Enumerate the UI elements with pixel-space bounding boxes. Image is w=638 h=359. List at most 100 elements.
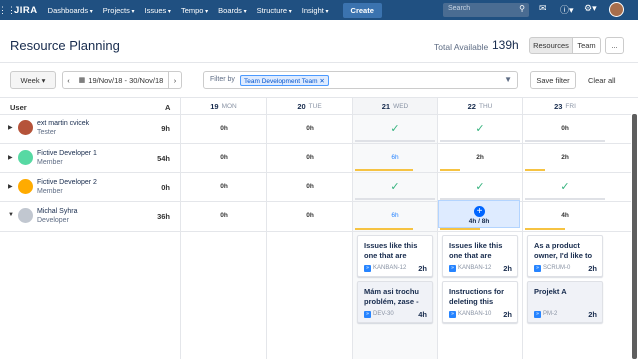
settings-icon[interactable]: ⚙▾ (584, 3, 597, 14)
date-range-picker[interactable]: ▦ 19/Nov/18 - 30/Nov/18 (74, 71, 168, 89)
more-options-button[interactable]: ... (605, 37, 624, 54)
nav-dashboards[interactable]: Dashboards (48, 6, 93, 15)
user-hours: 9h (161, 124, 170, 133)
clear-all-link[interactable]: Clear all (588, 76, 616, 85)
create-button[interactable]: Create (342, 2, 382, 18)
checkmark-icon: ✓ (560, 180, 570, 193)
day-cell[interactable]: 0h (184, 203, 264, 227)
row-divider (0, 172, 631, 173)
day-cell[interactable]: 0h (270, 116, 350, 140)
day-cell[interactable]: 0h (184, 174, 264, 198)
availability-column-header[interactable]: A (165, 103, 170, 112)
selected-day-cell[interactable]: + 4h / 8h (438, 200, 520, 228)
user-column-header[interactable]: User (10, 103, 27, 112)
day-cell[interactable]: 0h (525, 116, 605, 140)
nav-boards[interactable]: Boards (218, 6, 246, 15)
issue-card[interactable]: Instructions for deleting this » KANBAN-… (442, 281, 518, 323)
expand-row-icon[interactable]: ▶ (8, 183, 13, 190)
user-name[interactable]: Michal Syhra (37, 208, 77, 215)
nav-projects[interactable]: Projects (103, 6, 135, 15)
day-cell[interactable]: 6h (355, 203, 435, 227)
capacity-bar (355, 140, 435, 142)
save-filter-button[interactable]: Save filter (530, 71, 576, 89)
issue-card[interactable]: Projekt A » PM-2 2h (527, 281, 603, 323)
help-icon[interactable]: ⓘ▾ (560, 3, 574, 16)
filter-input[interactable]: Filter by Team Development Team ✕ ▼ (203, 71, 518, 89)
issue-card[interactable]: As a product owner, I'd like to » SCRUM-… (527, 235, 603, 277)
day-number: 21 (381, 101, 391, 111)
nav-tempo[interactable]: Tempo (181, 6, 208, 15)
day-name: MON (221, 102, 237, 110)
day-cell[interactable]: 4h (525, 203, 605, 227)
day-cell[interactable]: ✓ (440, 116, 520, 140)
issue-key[interactable]: KANBAN-12 (458, 265, 491, 271)
user-name[interactable]: Fictive Developer 1 (37, 150, 97, 157)
resources-view-button[interactable]: Resources (529, 37, 573, 54)
collapse-row-icon[interactable]: ▼ (8, 212, 14, 218)
expand-row-icon[interactable]: ▶ (8, 124, 13, 131)
issue-key[interactable]: KANBAN-12 (373, 265, 406, 271)
checkmark-icon: ✓ (475, 122, 485, 135)
issue-key[interactable]: KANBAN-10 (458, 311, 491, 317)
issue-card[interactable]: Issues like this one that are » KANBAN-1… (357, 235, 433, 277)
day-cell[interactable]: 2h (525, 145, 605, 169)
app-switcher-icon[interactable]: ⋮⋮ (0, 0, 16, 20)
add-worklog-icon[interactable]: + (474, 206, 485, 217)
notifications-icon[interactable]: ✉ (539, 3, 547, 14)
search-icon: ⚲ (519, 4, 525, 13)
day-cell[interactable]: ✓ (355, 174, 435, 198)
user-avatar[interactable] (609, 2, 624, 17)
date-range-label: 19/Nov/18 - 30/Nov/18 (88, 75, 164, 85)
column-divider (180, 98, 181, 359)
page-title: Resource Planning (10, 38, 120, 53)
team-view-button[interactable]: Team (572, 37, 601, 54)
issue-key[interactable]: PM-2 (543, 311, 557, 317)
issue-type-icon: » (449, 311, 456, 318)
day-cell[interactable]: 0h (270, 174, 350, 198)
search-input[interactable]: Search ⚲ (443, 3, 529, 17)
total-available-label: Total Available (434, 42, 489, 52)
day-cell[interactable]: 0h (270, 145, 350, 169)
issue-card[interactable]: Mám asi trochu problém, zase - » DEV-30 … (357, 281, 433, 323)
checkmark-icon: ✓ (390, 122, 400, 135)
day-cell[interactable]: 0h (184, 116, 264, 140)
issue-title: Instructions for deleting this (449, 287, 505, 306)
day-name: FRI (565, 102, 576, 110)
next-week-button[interactable]: › (168, 71, 182, 89)
column-divider (266, 98, 267, 359)
issue-title: Issues like this one that are (364, 241, 418, 260)
user-role: Member (37, 159, 63, 166)
user-name[interactable]: ext martin cvicek (37, 120, 89, 127)
jira-logo[interactable]: JIRA (14, 5, 38, 16)
period-select[interactable]: Week ▾ (10, 71, 56, 89)
day-number: 23 (554, 101, 563, 111)
expand-row-icon[interactable]: ▶ (8, 154, 13, 161)
day-header-thu: 22 THU (438, 98, 522, 114)
nav-issues[interactable]: Issues (145, 6, 171, 15)
issue-key[interactable]: SCRUM-0 (543, 265, 570, 271)
user-name[interactable]: Fictive Developer 2 (37, 179, 97, 186)
capacity-bar-used (355, 169, 413, 171)
nav-structure[interactable]: Structure (257, 6, 292, 15)
day-cell[interactable]: 0h (184, 145, 264, 169)
day-cell[interactable]: 6h (355, 145, 435, 169)
calendar-icon: ▦ (78, 77, 86, 84)
issue-hours: 4h (418, 310, 427, 319)
nav-insight[interactable]: Insight (302, 6, 329, 15)
capacity-bar-used (525, 169, 545, 171)
avatar (18, 120, 33, 135)
day-number: 19 (210, 101, 219, 111)
day-number: 22 (467, 101, 476, 111)
day-cell[interactable]: ✓ (440, 174, 520, 198)
day-cell[interactable]: 2h (440, 145, 520, 169)
day-cell[interactable]: 0h (270, 203, 350, 227)
issue-type-icon: » (364, 265, 371, 272)
filter-funnel-icon[interactable]: ▼ (504, 75, 512, 84)
filter-tag[interactable]: Team Development Team ✕ (240, 75, 329, 86)
remove-tag-icon[interactable]: ✕ (319, 78, 324, 85)
day-cell[interactable]: ✓ (525, 174, 605, 198)
day-cell[interactable]: ✓ (355, 116, 435, 140)
issue-key[interactable]: DEV-30 (373, 311, 394, 317)
vertical-scrollbar[interactable] (632, 114, 637, 359)
issue-card[interactable]: Issues like this one that are » KANBAN-1… (442, 235, 518, 277)
